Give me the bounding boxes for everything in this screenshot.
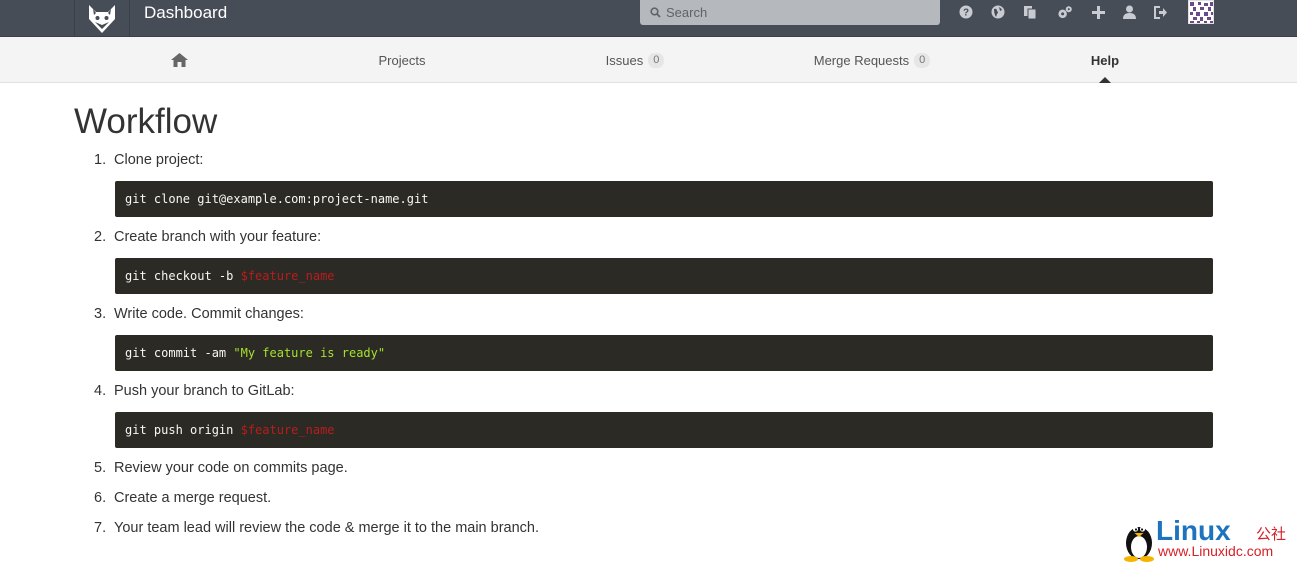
code-command: git checkout -b [125,269,241,283]
step-number: 4. [94,383,107,399]
step-number: 5. [94,460,107,476]
code-block-commit: git commit -am "My feature is ready" [115,335,1213,371]
step-1: 1. Clone project: [94,150,203,170]
step-number: 7. [94,520,107,536]
user-avatar[interactable] [1188,0,1214,24]
help-icon[interactable]: ? [958,4,974,20]
app-title[interactable]: Dashboard [144,2,227,24]
linuxidc-watermark: Linux 公社 www.Linuxidc.com [1120,514,1296,562]
merge-requests-count-badge: 0 [914,52,931,68]
code-block-checkout: git checkout -b $feature_name [115,258,1213,294]
step-2: 2. Create branch with your feature: [94,227,321,247]
nav-issues[interactable]: Issues 0 [585,37,685,83]
search-box[interactable] [640,0,940,25]
nav-projects[interactable]: Projects [352,37,452,83]
page-title: Workflow [74,102,218,141]
code-string: "My feature is ready" [233,346,386,360]
svg-text:?: ? [963,8,969,19]
code-variable: $feature_name [240,269,335,283]
plus-icon[interactable] [1090,4,1106,20]
top-header: Dashboard ? [0,0,1297,37]
step-7: 7. Your team lead will review the code & … [94,518,539,538]
gitlab-logo-link[interactable] [74,0,130,37]
step-text: Clone project: [114,152,204,168]
step-text: Your team lead will review the code & me… [114,520,540,536]
profile-icon[interactable] [1121,4,1137,20]
admin-gears-icon[interactable] [1057,4,1073,20]
nav-merge-requests-label: Merge Requests [813,52,910,68]
step-6: 6. Create a merge request. [94,488,271,508]
step-text: Push your branch to GitLab: [114,383,295,399]
step-number: 6. [94,490,107,506]
nav-projects-label: Projects [378,52,426,68]
home-icon [170,53,188,67]
search-input[interactable] [666,5,926,20]
code-command: git clone git@example.com:project-name.g… [125,192,429,206]
watermark-url: www.Linuxidc.com [1157,543,1273,559]
active-tab-caret [1099,77,1111,83]
nav-issues-label: Issues [605,52,644,68]
step-3: 3. Write code. Commit changes: [94,304,304,324]
snippets-icon[interactable] [1022,4,1038,20]
nav-home[interactable] [150,37,208,83]
step-number: 3. [94,306,107,322]
watermark-brand: Linux [1156,515,1231,546]
step-number: 2. [94,229,107,245]
step-text: Create branch with your feature: [114,229,322,245]
code-command: git push origin [125,423,241,437]
step-number: 1. [94,152,107,168]
issues-count-badge: 0 [648,52,665,68]
globe-icon[interactable] [990,4,1006,20]
step-4: 4. Push your branch to GitLab: [94,381,295,401]
tux-penguin-icon [1124,526,1154,562]
code-command: git commit -am [125,346,234,360]
step-text: Create a merge request. [114,490,272,506]
code-block-clone: git clone git@example.com:project-name.g… [115,181,1213,217]
step-5: 5. Review your code on commits page. [94,458,348,478]
watermark-brand-suffix: 公社 [1256,525,1286,543]
fox-logo-icon [89,4,115,33]
search-icon [650,7,661,18]
step-text: Review your code on commits page. [114,460,348,476]
logout-icon[interactable] [1153,4,1169,20]
step-text: Write code. Commit changes: [114,306,304,322]
nav-merge-requests[interactable]: Merge Requests 0 [797,37,947,83]
code-variable: $feature_name [240,423,335,437]
nav-help-label: Help [1090,52,1120,68]
code-block-push: git push origin $feature_name [115,412,1213,448]
